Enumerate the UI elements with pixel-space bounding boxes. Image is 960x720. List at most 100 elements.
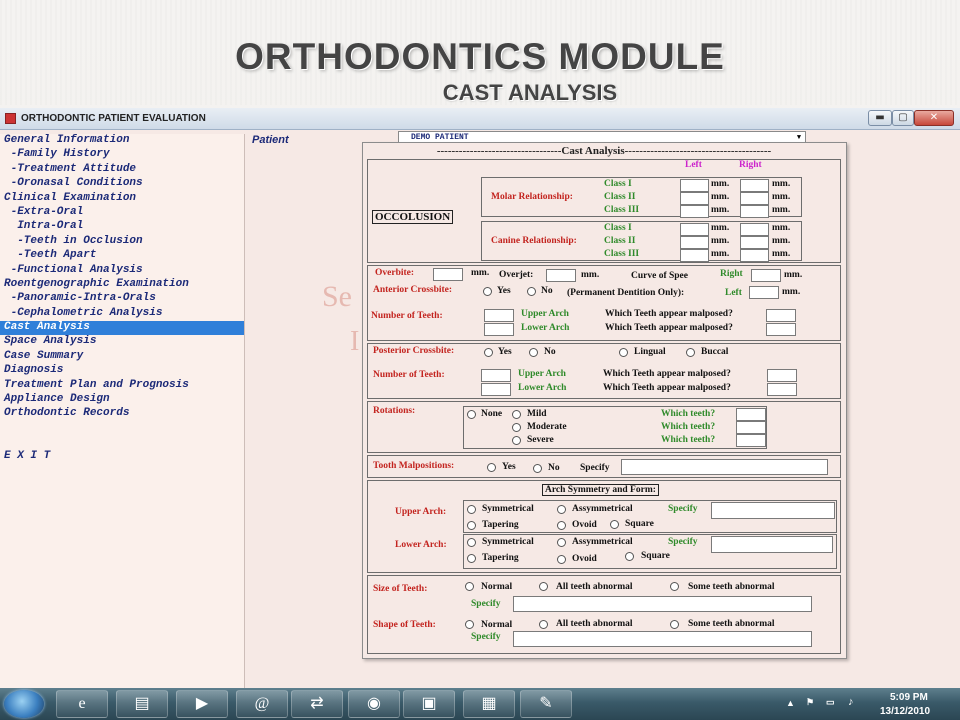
rotation-moderate-radio[interactable] xyxy=(512,423,521,432)
chrome-icon[interactable]: ◉ xyxy=(348,690,400,718)
anterior-yes-radio[interactable] xyxy=(483,287,492,296)
lower-symmetrical-radio[interactable] xyxy=(467,538,476,547)
posterior-upper-malposed-input[interactable] xyxy=(767,369,797,382)
maximize-button[interactable]: ▢ xyxy=(892,110,914,126)
upper-square-radio[interactable] xyxy=(610,520,619,529)
folder-icon[interactable]: ▤ xyxy=(116,690,168,718)
size-all-abnormal-radio[interactable] xyxy=(539,582,548,591)
curve-left-input[interactable] xyxy=(749,286,779,299)
close-button[interactable]: ✕ xyxy=(914,110,954,126)
upper-arch-specify-input[interactable] xyxy=(711,502,835,519)
sidebar-item-clinical-examination[interactable]: Clinical Examination xyxy=(0,192,244,206)
curve-right-input[interactable] xyxy=(751,269,781,282)
sidebar-item-case-summary[interactable]: Case Summary xyxy=(0,350,244,364)
sidebar-item-functional-analysis[interactable]: -Functional Analysis xyxy=(0,264,244,278)
rotation-none-radio[interactable] xyxy=(467,410,476,419)
sidebar-item-appliance-design[interactable]: Appliance Design xyxy=(0,393,244,407)
posterior-upper-count-input[interactable] xyxy=(481,369,511,382)
media-player-icon[interactable]: ▶ xyxy=(176,690,228,718)
sidebar-item-treatment-attitude[interactable]: -Treatment Attitude xyxy=(0,163,244,177)
sidebar-item-roentgenographic-examination[interactable]: Roentgenographic Examination xyxy=(0,278,244,292)
network-icon[interactable]: ▭ xyxy=(826,697,835,720)
sidebar-item-cephalometric-analysis[interactable]: -Cephalometric Analysis xyxy=(0,307,244,321)
molar-class1-left-input[interactable] xyxy=(680,179,709,192)
sidebar-item-family-history[interactable]: -Family History xyxy=(0,148,244,162)
posterior-lingual-radio[interactable] xyxy=(619,348,628,357)
overbite-input[interactable] xyxy=(433,268,463,281)
canine-class1-left-input[interactable] xyxy=(680,223,709,236)
volume-icon[interactable]: ♪ xyxy=(848,696,854,720)
canine-class2-right-input[interactable] xyxy=(740,236,769,249)
lower-ovoid-radio[interactable] xyxy=(557,555,566,564)
size-specify-input[interactable] xyxy=(513,596,812,612)
sidebar-item-intra-oral[interactable]: Intra-Oral xyxy=(0,220,244,234)
teamviewer-icon[interactable]: ⇄ xyxy=(291,690,343,718)
upper-symmetrical-radio[interactable] xyxy=(467,505,476,514)
canine-class1-right-input[interactable] xyxy=(740,223,769,236)
rotation-mild-input[interactable] xyxy=(736,408,766,421)
posterior-no-radio[interactable] xyxy=(529,348,538,357)
rotation-moderate-input[interactable] xyxy=(736,421,766,434)
lower-assymmetrical-radio[interactable] xyxy=(557,538,566,547)
size-some-abnormal-radio[interactable] xyxy=(670,582,679,591)
rotation-severe-input[interactable] xyxy=(736,434,766,447)
anterior-no-radio[interactable] xyxy=(527,287,536,296)
shape-normal-radio[interactable] xyxy=(465,620,474,629)
size-normal-radio[interactable] xyxy=(465,582,474,591)
lower-tapering-radio[interactable] xyxy=(467,554,476,563)
browser-icon[interactable]: e xyxy=(56,690,108,718)
canine-class3-left-input[interactable] xyxy=(680,249,709,262)
overjet-input[interactable] xyxy=(546,269,576,282)
show-hidden-icons-icon[interactable]: ▲ xyxy=(786,698,795,720)
anterior-upper-malposed-input[interactable] xyxy=(766,309,796,322)
sidebar-item-teeth-in-occlusion[interactable]: -Teeth in Occlusion xyxy=(0,235,244,249)
flag-icon[interactable]: ⚑ xyxy=(806,697,814,720)
remote-desktop-icon[interactable]: @ xyxy=(236,690,288,718)
anterior-lower-count-input[interactable] xyxy=(484,323,514,336)
lower-arch-specify-input[interactable] xyxy=(711,536,833,553)
sidebar-item-general-information[interactable]: General Information xyxy=(0,134,244,148)
upper-assymmetrical-radio[interactable] xyxy=(557,505,566,514)
sidebar-item-treatment-plan[interactable]: Treatment Plan and Prognosis xyxy=(0,379,244,393)
sidebar-item-oronasal-conditions[interactable]: -Oronasal Conditions xyxy=(0,177,244,191)
anterior-upper-count-input[interactable] xyxy=(484,309,514,322)
minimize-button[interactable]: ▬ xyxy=(868,110,892,126)
malposition-yes-radio[interactable] xyxy=(487,463,496,472)
paint-icon[interactable]: ✎ xyxy=(520,690,572,718)
sidebar-item-panoramic-intra-orals[interactable]: -Panoramic-Intra-Orals xyxy=(0,292,244,306)
canine-class3-right-input[interactable] xyxy=(740,249,769,262)
posterior-yes-radio[interactable] xyxy=(484,348,493,357)
sidebar-item-exit[interactable]: E X I T xyxy=(0,450,244,464)
shape-specify-input[interactable] xyxy=(513,631,812,647)
shape-some-abnormal-radio[interactable] xyxy=(670,620,679,629)
clock-time[interactable]: 5:09 PM xyxy=(890,692,928,703)
molar-class3-right-input[interactable] xyxy=(740,205,769,218)
rotation-severe-radio[interactable] xyxy=(512,436,521,445)
upper-tapering-radio[interactable] xyxy=(467,521,476,530)
sidebar-item-orthodontic-records[interactable]: Orthodontic Records xyxy=(0,407,244,421)
sidebar-item-cast-analysis[interactable]: Cast Analysis xyxy=(0,321,244,336)
start-button[interactable] xyxy=(4,690,44,718)
sidebar-item-extra-oral[interactable]: -Extra-Oral xyxy=(0,206,244,220)
posterior-buccal-radio[interactable] xyxy=(686,348,695,357)
sidebar-item-space-analysis[interactable]: Space Analysis xyxy=(0,335,244,349)
posterior-lower-malposed-input[interactable] xyxy=(767,383,797,396)
shape-all-abnormal-radio[interactable] xyxy=(539,620,548,629)
molar-class1-right-input[interactable] xyxy=(740,179,769,192)
anterior-lower-malposed-input[interactable] xyxy=(766,323,796,336)
rotation-mild-radio[interactable] xyxy=(512,410,521,419)
malposition-specify-input[interactable] xyxy=(621,459,828,475)
molar-class2-right-input[interactable] xyxy=(740,192,769,205)
clock-date[interactable]: 13/12/2010 xyxy=(880,706,930,717)
posterior-lower-count-input[interactable] xyxy=(481,383,511,396)
molar-class3-left-input[interactable] xyxy=(680,205,709,218)
molar-class2-left-input[interactable] xyxy=(680,192,709,205)
powerpoint-icon[interactable]: ▦ xyxy=(463,690,515,718)
upper-ovoid-radio[interactable] xyxy=(557,521,566,530)
malposition-no-radio[interactable] xyxy=(533,464,542,473)
app-window-icon[interactable]: ▣ xyxy=(403,690,455,718)
sidebar-item-teeth-apart[interactable]: -Teeth Apart xyxy=(0,249,244,263)
lower-square-radio[interactable] xyxy=(625,552,634,561)
canine-class2-left-input[interactable] xyxy=(680,236,709,249)
sidebar-item-diagnosis[interactable]: Diagnosis xyxy=(0,364,244,378)
